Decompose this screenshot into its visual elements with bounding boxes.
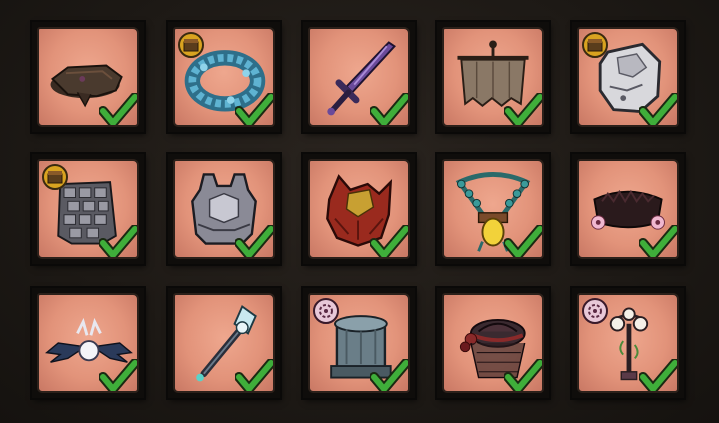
item-slot-12[interactable]: [168, 288, 280, 398]
item-card: [308, 293, 410, 393]
checkmark-icon: [370, 225, 408, 257]
item-slot-15[interactable]: [572, 288, 684, 398]
checkmark-icon: [99, 225, 137, 257]
item-slot-7[interactable]: [168, 154, 280, 264]
item-card: [577, 159, 679, 259]
item-slot-13[interactable]: [303, 288, 415, 398]
item-card: [37, 27, 139, 127]
chest-badge-icon: [582, 32, 608, 58]
item-slot-1[interactable]: [32, 22, 144, 132]
spiral-badge-icon: [582, 298, 608, 324]
checkmark-icon: [504, 93, 542, 125]
checkmark-icon: [370, 93, 408, 125]
item-slot-6[interactable]: [32, 154, 144, 264]
checkmark-icon: [99, 93, 137, 125]
item-card: [37, 159, 139, 259]
checkmark-icon: [504, 225, 542, 257]
item-card: [308, 27, 410, 127]
checkmark-icon: [235, 225, 273, 257]
item-slot-10[interactable]: [572, 154, 684, 264]
item-card: [442, 293, 544, 393]
item-card: [37, 293, 139, 393]
checkmark-icon: [504, 359, 542, 391]
item-card: [442, 159, 544, 259]
item-card: [577, 27, 679, 127]
chest-badge-icon: [178, 32, 204, 58]
checkmark-icon: [370, 359, 408, 391]
item-slot-9[interactable]: [437, 154, 549, 264]
item-slot-2[interactable]: [168, 22, 280, 132]
spiral-badge-icon: [313, 298, 339, 324]
checkmark-icon: [639, 359, 677, 391]
item-card: [577, 293, 679, 393]
item-card: [173, 159, 275, 259]
item-slot-14[interactable]: [437, 288, 549, 398]
item-card: [173, 27, 275, 127]
checkmark-icon: [639, 225, 677, 257]
item-slot-5[interactable]: [572, 22, 684, 132]
chest-badge-icon: [42, 164, 68, 190]
item-slot-11[interactable]: [32, 288, 144, 398]
checkmark-icon: [235, 359, 273, 391]
item-slot-8[interactable]: [303, 154, 415, 264]
item-card: [442, 27, 544, 127]
item-card: [308, 159, 410, 259]
checkmark-icon: [99, 359, 137, 391]
checkmark-icon: [235, 93, 273, 125]
item-slot-4[interactable]: [437, 22, 549, 132]
item-slot-3[interactable]: [303, 22, 415, 132]
skin-collection-grid: [0, 0, 719, 423]
checkmark-icon: [639, 93, 677, 125]
item-card: [173, 293, 275, 393]
